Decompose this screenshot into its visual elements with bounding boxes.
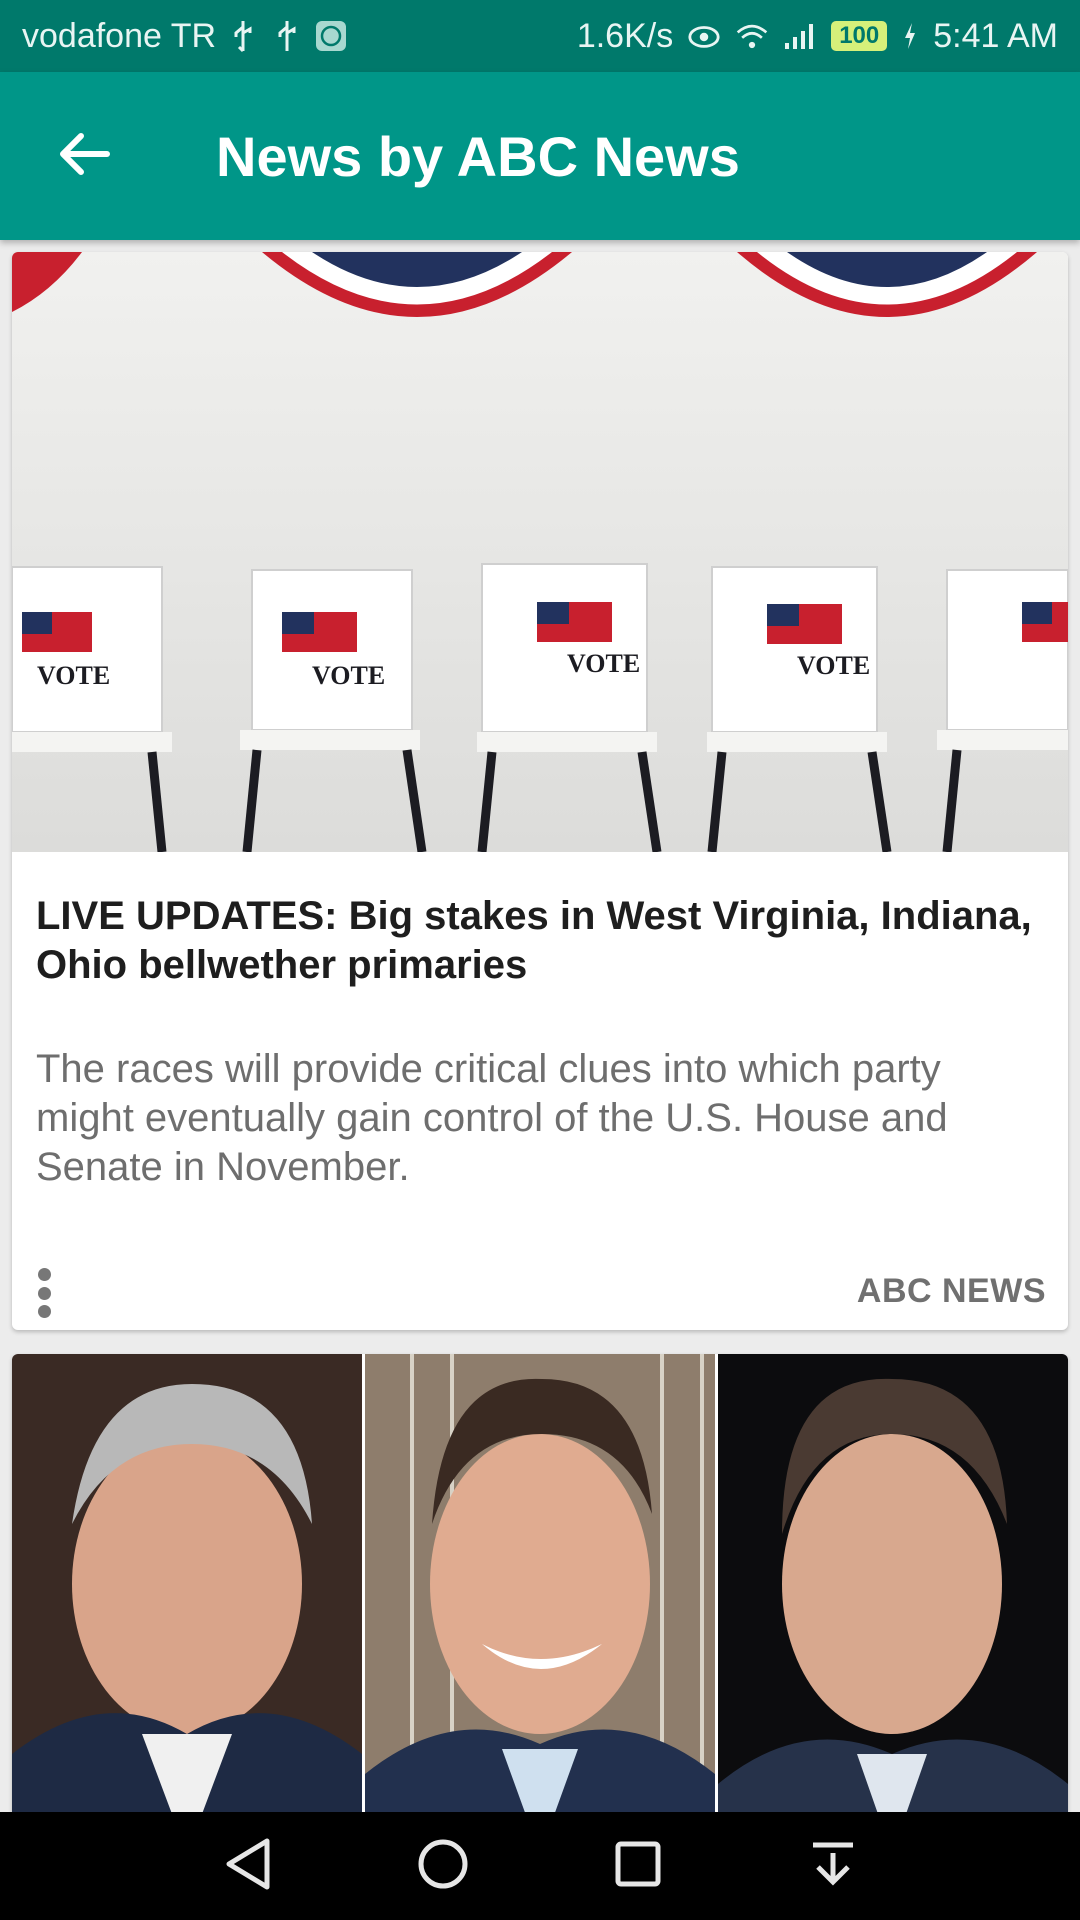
nav-home-button[interactable] — [398, 1821, 488, 1911]
notification-pull-icon — [808, 1839, 858, 1894]
carrier-name: vodafone TR — [22, 16, 217, 55]
article-card[interactable] — [12, 1354, 1068, 1812]
back-button[interactable] — [0, 72, 170, 240]
usb-icon — [226, 18, 260, 54]
charging-icon — [901, 18, 919, 54]
svg-text:VOTE: VOTE — [797, 651, 870, 680]
back-triangle-icon — [223, 1837, 273, 1896]
eye-icon — [687, 18, 721, 54]
more-options-button[interactable] — [26, 1260, 62, 1326]
page-title: News by ABC News — [216, 124, 740, 188]
three-candidates-photo[interactable] — [12, 1354, 1068, 1812]
nav-notification-button[interactable] — [788, 1821, 878, 1911]
clock: 5:41 AM — [933, 16, 1058, 55]
status-bar: vodafone TR 1.6K/s 100 5:41 AM — [0, 0, 1080, 72]
app-bar: News by ABC News — [0, 72, 1080, 240]
svg-text:VOTE: VOTE — [312, 661, 385, 690]
recents-square-icon — [613, 1839, 663, 1894]
article-card[interactable]: VOTE VOTE VOTE VOTE LIVE UPDATES: Big st… — [12, 252, 1068, 1330]
nav-recents-button[interactable] — [593, 1821, 683, 1911]
system-nav-bar — [0, 1812, 1080, 1920]
article-summary: The races will provide critical clues in… — [36, 1047, 948, 1189]
net-speed: 1.6K/s — [576, 16, 674, 55]
voting-booths-photo[interactable]: VOTE VOTE VOTE VOTE — [12, 252, 1068, 853]
article-source: ABC NEWS — [856, 1272, 1046, 1310]
mi-app-icon — [314, 18, 348, 54]
svg-text:VOTE: VOTE — [567, 649, 640, 678]
svg-text:VOTE: VOTE — [37, 661, 110, 690]
news-feed[interactable]: VOTE VOTE VOTE VOTE LIVE UPDATES: Big st… — [0, 240, 1080, 1812]
home-circle-icon — [416, 1837, 470, 1896]
arrow-left-icon — [59, 132, 111, 181]
more-vertical-icon — [37, 1268, 51, 1318]
usb-icon — [270, 18, 304, 54]
battery-icon: 100 — [831, 21, 888, 51]
article-headline[interactable]: LIVE UPDATES: Big stakes in West Virgini… — [36, 892, 1036, 990]
wifi-icon — [735, 18, 769, 54]
signal-icon — [783, 18, 817, 54]
nav-back-button[interactable] — [203, 1821, 293, 1911]
